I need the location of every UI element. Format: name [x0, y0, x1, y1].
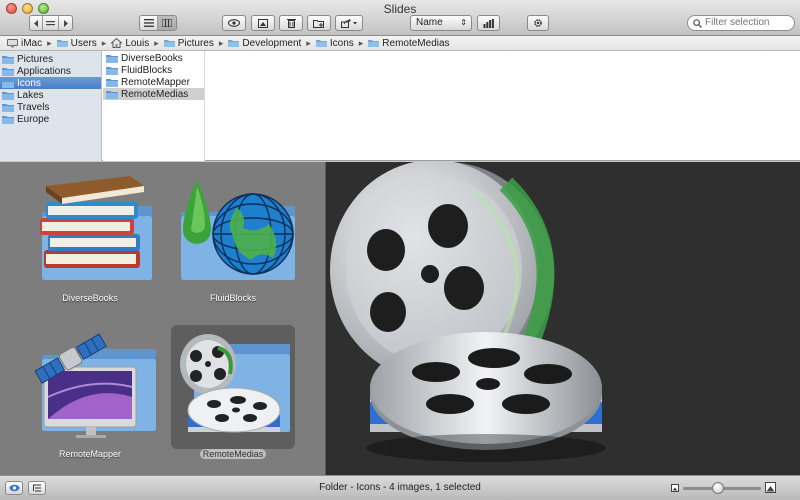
source-list: Pictures Applications Icons Lakes Travel…: [0, 51, 102, 161]
view-mode-toggle: [139, 15, 177, 31]
thumbnail-diversebooks[interactable]: [26, 170, 152, 294]
source-item-applications[interactable]: Applications: [0, 65, 101, 77]
path-separator-icon: ▸: [358, 37, 364, 48]
home-icon: [111, 38, 123, 48]
path-separator-icon: ▸: [154, 37, 159, 48]
statistics-button[interactable]: [477, 15, 500, 31]
path-item-development[interactable]: Development: [228, 38, 301, 49]
thumbnail-size-slider-knob[interactable]: [712, 482, 725, 494]
path-bar: iMac ▸ Users ▸ Louis ▸ Pictures ▸ Develo…: [0, 36, 800, 51]
updown-chevron-icon: ⇕: [460, 18, 467, 27]
thumbnail-gallery: DiverseBooks FluidBlocks RemoteMapper Re…: [0, 162, 325, 475]
folder-item-remotemapper[interactable]: RemoteMapper: [103, 76, 204, 88]
path-item-icons[interactable]: Icons: [315, 38, 354, 49]
filter-search-input[interactable]: [705, 17, 790, 28]
folder-icon: [163, 40, 175, 47]
path-separator-icon: ▸: [47, 37, 52, 48]
folder-icon: [315, 40, 327, 47]
folder-icon: [368, 40, 380, 47]
new-folder-button[interactable]: [307, 15, 331, 31]
path-item-remotemedias[interactable]: RemoteMedias: [368, 38, 450, 49]
folder-icon: [2, 115, 14, 124]
path-separator-icon: ▸: [218, 37, 224, 48]
folder-icon: [2, 79, 14, 88]
sort-by-value: Name: [416, 17, 443, 28]
path-separator-icon: ▸: [101, 37, 107, 48]
list-view-button[interactable]: [140, 16, 159, 30]
source-item-lakes[interactable]: Lakes: [0, 89, 101, 101]
thumbnail-remotemedias[interactable]: [171, 325, 295, 449]
folder-icon: [106, 54, 118, 63]
back-button[interactable]: [30, 16, 44, 30]
thumbnail-label: RemoteMapper: [58, 449, 122, 459]
path-item-users[interactable]: Users: [56, 38, 97, 49]
books-folder-icon: [40, 176, 152, 280]
add-folder-icon: [313, 19, 324, 28]
list-view-icon: [143, 19, 154, 27]
settings-button[interactable]: [527, 15, 549, 31]
column-view-button[interactable]: [158, 16, 176, 30]
left-arrow-icon: [33, 19, 38, 27]
folder-icon: [2, 91, 14, 100]
right-arrow-icon: [63, 19, 68, 27]
path-item-pictures[interactable]: Pictures: [163, 38, 214, 49]
image-preview: [326, 160, 800, 475]
thumbnail-label: FluidBlocks: [209, 293, 256, 303]
window-toolbar: Slides Name ⇕: [0, 0, 800, 36]
globe-drop-folder-icon: [181, 180, 295, 280]
source-item-europe[interactable]: Europe: [0, 113, 101, 125]
imac-icon: [7, 38, 18, 47]
image-frame-icon: [258, 18, 268, 28]
gear-icon: [534, 19, 542, 27]
thumbnail-remotemapper[interactable]: [26, 325, 156, 449]
path-separator-icon: ▸: [306, 37, 311, 48]
film-reels-folder-icon: [180, 334, 290, 433]
quick-look-button[interactable]: [222, 15, 246, 31]
bar-chart-icon: [483, 18, 494, 28]
status-text: Folder - Icons - 4 images, 1 selected: [319, 482, 481, 493]
folder-icon: [56, 40, 68, 47]
delete-button[interactable]: [279, 15, 303, 31]
column-view-icon: [162, 19, 173, 27]
path-item-louis[interactable]: Louis: [111, 38, 149, 49]
source-item-travels[interactable]: Travels: [0, 101, 101, 113]
thumbnail-fluidblocks[interactable]: [171, 170, 295, 294]
folder-icon: [228, 40, 240, 47]
thumbnail-label: DiverseBooks: [62, 293, 118, 303]
folder-icon: [106, 78, 118, 87]
forward-button[interactable]: [59, 16, 72, 30]
history-list-button[interactable]: [43, 16, 59, 30]
thumbnail-label-selected: RemoteMedias: [163, 449, 303, 459]
status-bar: Folder - Icons - 4 images, 1 selected: [0, 475, 800, 500]
folder-icon: [2, 103, 14, 112]
small-image-icon: [671, 484, 679, 492]
share-button[interactable]: [335, 15, 363, 31]
folder-icon: [106, 66, 118, 75]
trash-icon: [286, 19, 296, 28]
folder-item-diversebooks[interactable]: DiverseBooks: [103, 52, 204, 64]
source-item-icons[interactable]: Icons: [0, 77, 101, 89]
path-item-imac[interactable]: iMac: [7, 38, 42, 49]
satellite-monitor-folder-icon: [34, 333, 156, 438]
large-image-icon: [765, 482, 776, 493]
history-nav: [29, 15, 73, 31]
folder-icon: [2, 67, 14, 76]
folder-icon: [2, 55, 14, 64]
slideshow-button[interactable]: [251, 15, 275, 31]
column-browser: Pictures Applications Icons Lakes Travel…: [0, 51, 800, 161]
list-lines-icon: [46, 20, 56, 25]
window-title: Slides: [383, 2, 417, 16]
filter-search-field[interactable]: [687, 15, 795, 31]
search-icon: [693, 19, 702, 28]
eye-icon: [228, 19, 240, 27]
folder-column: DiverseBooks FluidBlocks RemoteMapper Re…: [103, 51, 205, 161]
folder-item-fluidblocks[interactable]: FluidBlocks: [103, 64, 204, 76]
folder-icon: [106, 90, 118, 99]
share-arrow-icon: [340, 18, 357, 28]
film-reels-icon: [330, 160, 606, 462]
sort-by-select[interactable]: Name ⇕: [410, 15, 472, 31]
folder-item-remotemedias[interactable]: RemoteMedias: [103, 88, 204, 100]
source-item-pictures[interactable]: Pictures: [0, 53, 101, 65]
